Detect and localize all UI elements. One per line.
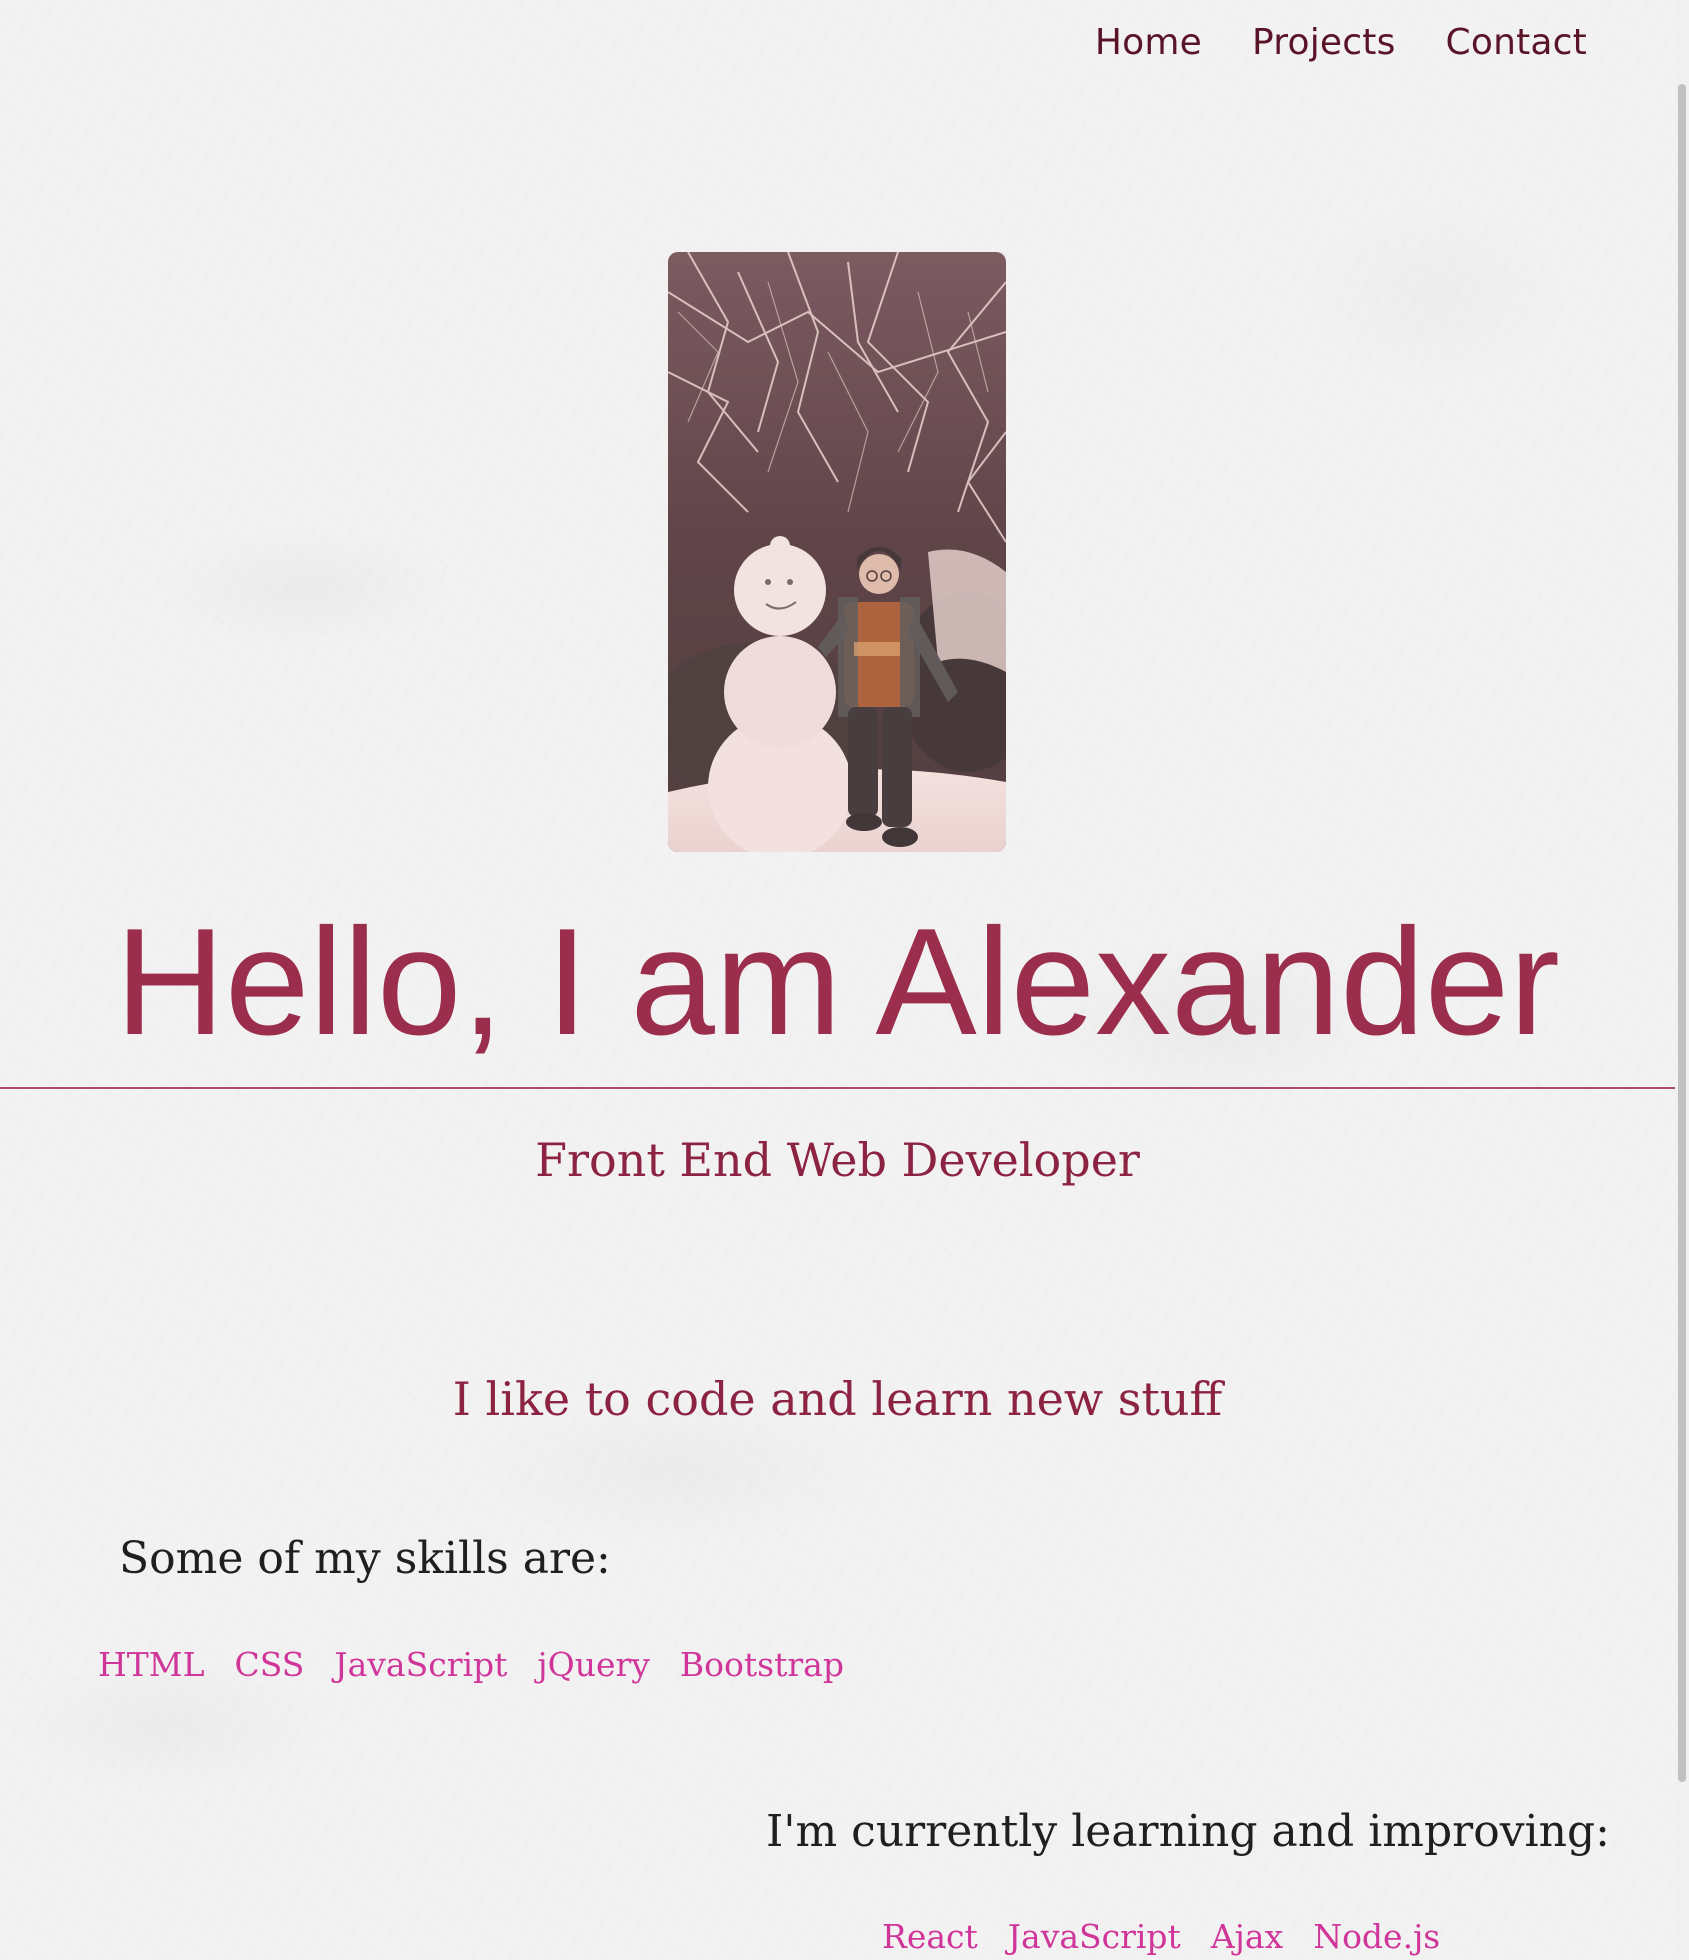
hero-subtitle: Front End Web Developer	[535, 1133, 1140, 1187]
learning-item: React	[882, 1917, 978, 1956]
hero-divider	[0, 1087, 1675, 1089]
skills-heading: Some of my skills are:	[119, 1533, 611, 1584]
profile-photo-illustration	[668, 252, 1006, 852]
learning-list: React JavaScript Ajax Node.js	[882, 1917, 1440, 1956]
hero-title: Hello, I am Alexander	[115, 897, 1560, 1067]
nav-home-link[interactable]: Home	[1095, 22, 1202, 63]
scrollbar-thumb[interactable]	[1678, 84, 1686, 1782]
hero-tagline: I like to code and learn new stuff	[452, 1372, 1223, 1426]
learning-item: Node.js	[1313, 1917, 1441, 1956]
skill-item: JavaScript	[334, 1645, 508, 1684]
skill-item: HTML	[98, 1645, 205, 1684]
nav-contact-link[interactable]: Contact	[1446, 22, 1587, 63]
learning-item: Ajax	[1210, 1917, 1284, 1956]
profile-photo	[668, 252, 1006, 852]
nav-projects-link[interactable]: Projects	[1252, 22, 1396, 63]
top-nav: Home Projects Contact	[1095, 22, 1587, 63]
skill-item: Bootstrap	[679, 1645, 844, 1684]
skill-item: jQuery	[537, 1645, 650, 1684]
learning-item: JavaScript	[1007, 1917, 1181, 1956]
skills-list: HTML CSS JavaScript jQuery Bootstrap	[98, 1645, 844, 1684]
skill-item: CSS	[234, 1645, 305, 1684]
learning-heading: I'm currently learning and improving:	[766, 1806, 1610, 1857]
